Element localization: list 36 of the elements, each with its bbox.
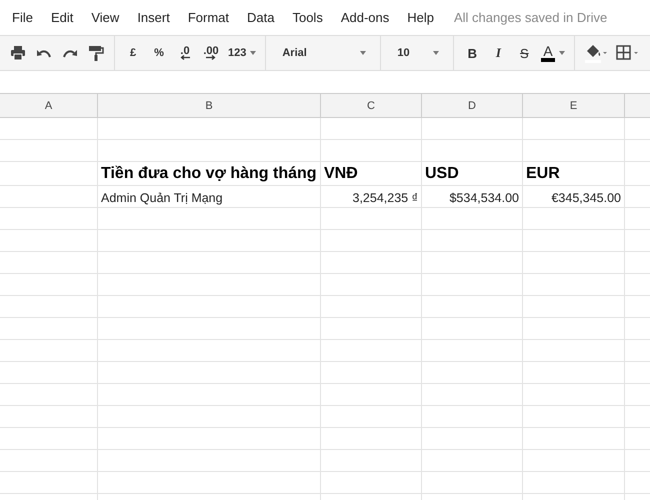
column-header[interactable]: B bbox=[98, 94, 321, 117]
cell-text: 3,254,235 ₫ bbox=[352, 191, 418, 205]
cell-text: EUR bbox=[526, 165, 560, 183]
menu-item[interactable]: Insert bbox=[137, 10, 170, 25]
column-header[interactable]: E bbox=[523, 94, 625, 117]
column-header[interactable]: A bbox=[0, 94, 98, 117]
menu-item[interactable]: Add-ons bbox=[340, 10, 390, 25]
menu-item[interactable]: Format bbox=[188, 10, 229, 25]
arrow-icon bbox=[206, 55, 216, 60]
cell-text: Tiền đưa cho vợ hàng tháng bbox=[101, 165, 317, 183]
number-format-button[interactable]: .00 bbox=[199, 40, 223, 66]
cell-text: €345,345.00 bbox=[551, 191, 621, 205]
menu-item[interactable]: View bbox=[91, 10, 120, 25]
column-header[interactable]: C bbox=[321, 94, 422, 117]
menu-item[interactable]: Help bbox=[407, 10, 434, 25]
menu-item[interactable]: Edit bbox=[50, 10, 74, 25]
number-format-button[interactable]: £ bbox=[121, 40, 145, 66]
menu-item[interactable]: File bbox=[12, 10, 33, 25]
cell-text: Admin Quản Trị Mạng bbox=[101, 191, 223, 205]
save-status: All changes saved in Drive bbox=[454, 10, 608, 25]
cell-text: VNĐ bbox=[324, 165, 358, 183]
number-format-button[interactable]: .0 bbox=[173, 40, 197, 66]
text-color-button[interactable]: A bbox=[538, 40, 568, 66]
bold-button[interactable]: B bbox=[460, 40, 484, 66]
number-format-button[interactable]: % bbox=[147, 40, 171, 66]
strikethrough-button[interactable]: S bbox=[512, 40, 536, 66]
menu-item[interactable]: Data bbox=[247, 10, 274, 25]
column-header[interactable]: D bbox=[422, 94, 523, 117]
cell-text: $534,534.00 bbox=[449, 191, 519, 205]
italic-button[interactable]: I bbox=[486, 40, 510, 66]
arrow-icon bbox=[180, 55, 190, 60]
menu-item[interactable]: Tools bbox=[292, 10, 323, 25]
font-dropdown[interactable]: Arial bbox=[272, 40, 374, 66]
more-formats-button[interactable]: 123 bbox=[225, 40, 260, 66]
font-size-dropdown[interactable]: 10 bbox=[387, 40, 448, 66]
cell-text: USD bbox=[425, 165, 459, 183]
